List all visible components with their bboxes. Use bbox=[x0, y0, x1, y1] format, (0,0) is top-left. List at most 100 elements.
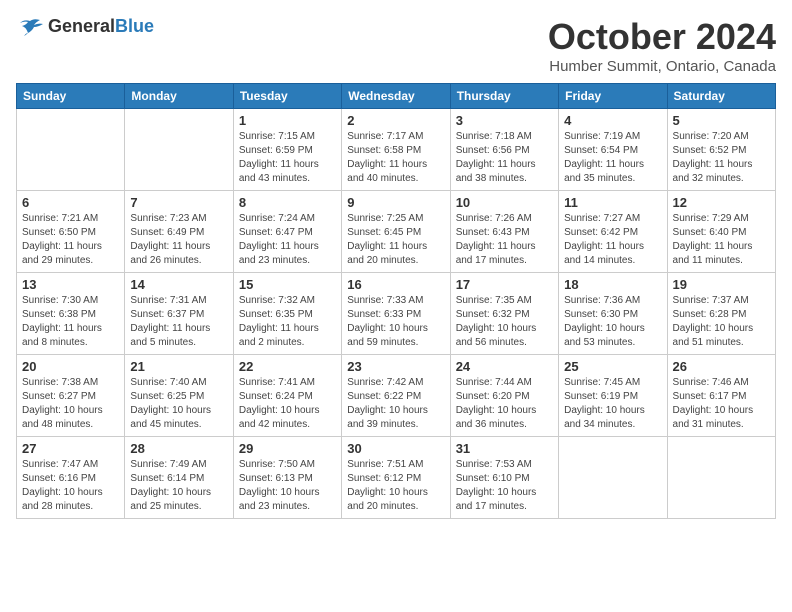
logo-general: General bbox=[48, 16, 115, 36]
day-number: 14 bbox=[130, 277, 227, 292]
day-number: 21 bbox=[130, 359, 227, 374]
calendar-week-5: 27 Sunrise: 7:47 AMSunset: 6:16 PMDayligh… bbox=[17, 437, 776, 519]
day-info: Sunrise: 7:47 AMSunset: 6:16 PMDaylight:… bbox=[22, 458, 119, 514]
day-info: Sunrise: 7:21 AMSunset: 6:50 PMDaylight:… bbox=[22, 212, 119, 268]
weekday-header-sunday: Sunday bbox=[17, 84, 125, 109]
day-info: Sunrise: 7:38 AMSunset: 6:27 PMDaylight:… bbox=[22, 376, 119, 432]
day-number: 4 bbox=[564, 113, 661, 128]
day-info: Sunrise: 7:23 AMSunset: 6:49 PMDaylight:… bbox=[130, 212, 227, 268]
day-number: 27 bbox=[22, 441, 119, 456]
day-number: 2 bbox=[347, 113, 444, 128]
day-number: 15 bbox=[239, 277, 336, 292]
calendar-cell: 5 Sunrise: 7:20 AMSunset: 6:52 PMDaylight… bbox=[667, 109, 775, 191]
day-info: Sunrise: 7:35 AMSunset: 6:32 PMDaylight:… bbox=[456, 294, 553, 350]
day-info: Sunrise: 7:51 AMSunset: 6:12 PMDaylight:… bbox=[347, 458, 444, 514]
month-title: October 2024 bbox=[548, 16, 776, 58]
day-number: 19 bbox=[673, 277, 770, 292]
weekday-header-wednesday: Wednesday bbox=[342, 84, 450, 109]
day-number: 1 bbox=[239, 113, 336, 128]
day-number: 3 bbox=[456, 113, 553, 128]
day-number: 6 bbox=[22, 195, 119, 210]
day-number: 9 bbox=[347, 195, 444, 210]
calendar-week-1: 1Sunrise: 7:15 AMSunset: 6:59 PMDaylight… bbox=[17, 109, 776, 191]
calendar-cell: 29 Sunrise: 7:50 AMSunset: 6:13 PMDayligh… bbox=[233, 437, 341, 519]
calendar-cell: 26Sunrise: 7:46 AMSunset: 6:17 PMDayligh… bbox=[667, 355, 775, 437]
calendar-cell: 10Sunrise: 7:26 AMSunset: 6:43 PMDayligh… bbox=[450, 191, 558, 273]
calendar-cell: 3 Sunrise: 7:18 AMSunset: 6:56 PMDaylight… bbox=[450, 109, 558, 191]
calendar-week-4: 20Sunrise: 7:38 AMSunset: 6:27 PMDayligh… bbox=[17, 355, 776, 437]
day-info: Sunrise: 7:45 AMSunset: 6:19 PMDaylight:… bbox=[564, 376, 661, 432]
day-number: 5 bbox=[673, 113, 770, 128]
day-info: Sunrise: 7:37 AMSunset: 6:28 PMDaylight:… bbox=[673, 294, 770, 350]
day-number: 22 bbox=[239, 359, 336, 374]
day-info: Sunrise: 7:32 AMSunset: 6:35 PMDaylight:… bbox=[239, 294, 336, 350]
calendar-cell: 15 Sunrise: 7:32 AMSunset: 6:35 PMDayligh… bbox=[233, 273, 341, 355]
location-title: Humber Summit, Ontario, Canada bbox=[548, 58, 776, 75]
day-number: 29 bbox=[239, 441, 336, 456]
calendar-week-3: 13 Sunrise: 7:30 AMSunset: 6:38 PMDayligh… bbox=[17, 273, 776, 355]
day-info: Sunrise: 7:36 AMSunset: 6:30 PMDaylight:… bbox=[564, 294, 661, 350]
day-info: Sunrise: 7:24 AMSunset: 6:47 PMDaylight:… bbox=[239, 212, 336, 268]
calendar-cell bbox=[559, 437, 667, 519]
calendar-table: SundayMondayTuesdayWednesdayThursdayFrid… bbox=[16, 83, 776, 519]
calendar-cell: 27 Sunrise: 7:47 AMSunset: 6:16 PMDayligh… bbox=[17, 437, 125, 519]
calendar-cell: 16Sunrise: 7:33 AMSunset: 6:33 PMDayligh… bbox=[342, 273, 450, 355]
day-info: Sunrise: 7:49 AMSunset: 6:14 PMDaylight:… bbox=[130, 458, 227, 514]
day-info: Sunrise: 7:41 AMSunset: 6:24 PMDaylight:… bbox=[239, 376, 336, 432]
day-number: 23 bbox=[347, 359, 444, 374]
calendar-cell: 14 Sunrise: 7:31 AMSunset: 6:37 PMDayligh… bbox=[125, 273, 233, 355]
day-info: Sunrise: 7:29 AMSunset: 6:40 PMDaylight:… bbox=[673, 212, 770, 268]
calendar-cell bbox=[125, 109, 233, 191]
calendar-cell: 21Sunrise: 7:40 AMSunset: 6:25 PMDayligh… bbox=[125, 355, 233, 437]
calendar-cell: 1Sunrise: 7:15 AMSunset: 6:59 PMDaylight… bbox=[233, 109, 341, 191]
weekday-header-thursday: Thursday bbox=[450, 84, 558, 109]
day-number: 31 bbox=[456, 441, 553, 456]
day-info: Sunrise: 7:26 AMSunset: 6:43 PMDaylight:… bbox=[456, 212, 553, 268]
day-number: 12 bbox=[673, 195, 770, 210]
day-info: Sunrise: 7:30 AMSunset: 6:38 PMDaylight:… bbox=[22, 294, 119, 350]
calendar-cell bbox=[667, 437, 775, 519]
weekday-header-row: SundayMondayTuesdayWednesdayThursdayFrid… bbox=[17, 84, 776, 109]
logo-blue: Blue bbox=[115, 16, 154, 36]
day-number: 17 bbox=[456, 277, 553, 292]
logo: GeneralBlue bbox=[16, 16, 154, 37]
calendar-cell: 31Sunrise: 7:53 AMSunset: 6:10 PMDayligh… bbox=[450, 437, 558, 519]
calendar-cell: 19 Sunrise: 7:37 AMSunset: 6:28 PMDayligh… bbox=[667, 273, 775, 355]
calendar-cell: 18 Sunrise: 7:36 AMSunset: 6:30 PMDayligh… bbox=[559, 273, 667, 355]
day-info: Sunrise: 7:20 AMSunset: 6:52 PMDaylight:… bbox=[673, 130, 770, 186]
calendar-cell: 22 Sunrise: 7:41 AMSunset: 6:24 PMDayligh… bbox=[233, 355, 341, 437]
calendar-cell bbox=[17, 109, 125, 191]
calendar-cell: 25 Sunrise: 7:45 AMSunset: 6:19 PMDayligh… bbox=[559, 355, 667, 437]
day-number: 8 bbox=[239, 195, 336, 210]
title-area: October 2024 Humber Summit, Ontario, Can… bbox=[548, 16, 776, 75]
day-info: Sunrise: 7:19 AMSunset: 6:54 PMDaylight:… bbox=[564, 130, 661, 186]
day-info: Sunrise: 7:27 AMSunset: 6:42 PMDaylight:… bbox=[564, 212, 661, 268]
weekday-header-saturday: Saturday bbox=[667, 84, 775, 109]
calendar-cell: 17 Sunrise: 7:35 AMSunset: 6:32 PMDayligh… bbox=[450, 273, 558, 355]
calendar-cell: 2Sunrise: 7:17 AMSunset: 6:58 PMDaylight… bbox=[342, 109, 450, 191]
calendar-cell: 9Sunrise: 7:25 AMSunset: 6:45 PMDaylight… bbox=[342, 191, 450, 273]
day-info: Sunrise: 7:42 AMSunset: 6:22 PMDaylight:… bbox=[347, 376, 444, 432]
calendar-cell: 28 Sunrise: 7:49 AMSunset: 6:14 PMDayligh… bbox=[125, 437, 233, 519]
header: GeneralBlue October 2024 Humber Summit, … bbox=[16, 16, 776, 75]
day-number: 13 bbox=[22, 277, 119, 292]
day-info: Sunrise: 7:46 AMSunset: 6:17 PMDaylight:… bbox=[673, 376, 770, 432]
day-number: 28 bbox=[130, 441, 227, 456]
calendar-cell: 6 Sunrise: 7:21 AMSunset: 6:50 PMDaylight… bbox=[17, 191, 125, 273]
calendar-cell: 13 Sunrise: 7:30 AMSunset: 6:38 PMDayligh… bbox=[17, 273, 125, 355]
calendar-cell: 23 Sunrise: 7:42 AMSunset: 6:22 PMDayligh… bbox=[342, 355, 450, 437]
weekday-header-friday: Friday bbox=[559, 84, 667, 109]
day-info: Sunrise: 7:50 AMSunset: 6:13 PMDaylight:… bbox=[239, 458, 336, 514]
weekday-header-tuesday: Tuesday bbox=[233, 84, 341, 109]
day-info: Sunrise: 7:44 AMSunset: 6:20 PMDaylight:… bbox=[456, 376, 553, 432]
day-info: Sunrise: 7:18 AMSunset: 6:56 PMDaylight:… bbox=[456, 130, 553, 186]
calendar-cell: 11 Sunrise: 7:27 AMSunset: 6:42 PMDayligh… bbox=[559, 191, 667, 273]
day-number: 16 bbox=[347, 277, 444, 292]
calendar-cell: 30Sunrise: 7:51 AMSunset: 6:12 PMDayligh… bbox=[342, 437, 450, 519]
day-number: 25 bbox=[564, 359, 661, 374]
day-info: Sunrise: 7:31 AMSunset: 6:37 PMDaylight:… bbox=[130, 294, 227, 350]
day-number: 11 bbox=[564, 195, 661, 210]
day-number: 18 bbox=[564, 277, 661, 292]
day-number: 24 bbox=[456, 359, 553, 374]
calendar-cell: 20Sunrise: 7:38 AMSunset: 6:27 PMDayligh… bbox=[17, 355, 125, 437]
